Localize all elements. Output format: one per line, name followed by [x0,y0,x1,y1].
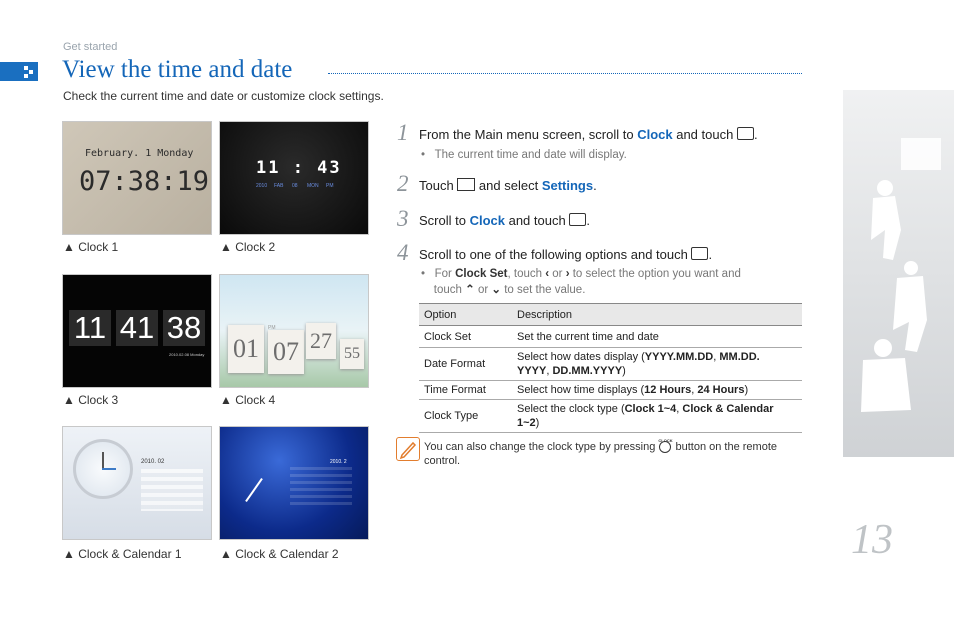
settings-link: Settings [541,178,594,193]
calendar-1-month: 2010. 02 [141,459,165,465]
clock-4-seconds: 27 [306,323,336,359]
option-cell: Clock Type [419,399,512,433]
option-cell: Date Format [419,347,512,381]
step-1-text: From the Main menu screen, scroll to Clo… [419,127,758,142]
clock-button-icon: CLOCK [658,438,673,453]
caption-clock-1: ▲ Clock 1 [63,240,119,254]
clock-2-weekday: MON [307,183,319,189]
table-row: Time Format Select how time displays (12… [419,380,802,400]
step-2-number: 2 [397,171,409,196]
caption-clock-calendar-2: ▲ Clock & Calendar 2 [220,547,339,561]
analog-clock-face [73,439,133,499]
caption-clock-calendar-1: ▲ Clock & Calendar 1 [63,547,182,561]
clock-calendar-2-image: 2010. 2 [219,426,369,540]
clock-3-date: 2010.02.08 Monday [169,352,205,357]
title-divider [328,73,802,74]
options-table: Option Description Clock Set Set the cur… [419,303,802,433]
menu-icon [457,178,476,191]
baseball-illustration [843,90,954,457]
clock-3-seconds: 38 [163,310,205,346]
clock-1-time: 07:38:19 [79,166,210,197]
note-pencil-icon [396,437,420,461]
page-number: 13 [851,517,893,563]
clock-calendar-1-image: 2010. 02 [62,426,212,540]
table-row: Clock Set Set the current time and date [419,325,802,348]
note-text: You can also change the clock type by pr… [424,438,777,467]
calendar-1-grid [141,469,203,511]
clock-3-hours: 11 [69,310,111,346]
table-header-option: Option [419,303,512,326]
up-arrow-icon: ⌃ [465,284,475,296]
clock-1-date: February. 1 Monday [85,148,194,159]
clock-3-minutes: 41 [116,310,158,346]
section-label: Get started [63,41,118,53]
caption-clock-3: ▲ Clock 3 [63,393,119,407]
section-marker [0,62,38,81]
description-cell: Select how dates display (YYYY.MM.DD, MM… [512,347,802,381]
enter-icon [569,213,587,226]
enter-icon [736,127,754,140]
description-cell: Set the current time and date [512,325,802,348]
page-title: View the time and date [62,56,293,83]
down-arrow-icon: ⌄ [491,284,502,296]
caption-clock-4: ▲ Clock 4 [220,393,276,407]
table-row: Date Format Select how dates display (YY… [419,347,802,381]
step-3-text: Scroll to Clock and touch . [419,213,590,228]
intro-text: Check the current time and date or custo… [63,89,384,103]
caption-clock-2: ▲ Clock 2 [220,240,276,254]
step-1-bullet: • The current time and date will display… [421,149,627,161]
table-row: Clock Type Select the clock type (Clock … [419,399,802,433]
calendar-2-month: 2010. 2 [330,459,347,465]
enter-icon [691,247,709,260]
clock-2-month: FAB [274,183,284,189]
clock-link: Clock [469,213,505,228]
clock-4-minutes: 07 [268,330,304,374]
step-2-text: Touch and select Settings. [419,178,597,193]
clock-2-year: 2010 [256,183,268,189]
clock-1-image: February. 1 Monday 07:38:19 [62,121,212,235]
step-4-number: 4 [397,240,409,265]
calendar-2-grid [290,467,352,505]
clock-2-day: 08 [292,183,298,189]
table-header-description: Description [512,303,802,326]
step-1-number: 1 [397,120,409,145]
option-cell: Clock Set [419,325,512,348]
step-4-bullet: • For Clock Set, touch ‹ or › to select … [421,268,741,296]
clock-4-image: 01 PM 07 27 55 [219,274,369,388]
option-cell: Time Format [419,380,512,400]
clock-hand-line [245,477,263,503]
clock-2-image: 11 : 43 2010 FAB 08 MON PM [219,121,369,235]
description-cell: Select the clock type (Clock 1~4, Clock … [512,399,802,433]
clock-4-hours: 01 [228,325,264,373]
clock-4-extra: 55 [340,339,364,369]
step-3-number: 3 [397,206,409,231]
clock-2-ampm: PM [326,183,334,189]
step-4-text: Scroll to one of the following options a… [419,247,713,262]
clock-link: Clock [637,127,673,142]
clock-3-image: PM 11 41 38 2010.02.08 Monday [62,274,212,388]
description-cell: Select how time displays (12 Hours, 24 H… [512,380,802,400]
clock-2-time: 11 : 43 [256,158,342,178]
